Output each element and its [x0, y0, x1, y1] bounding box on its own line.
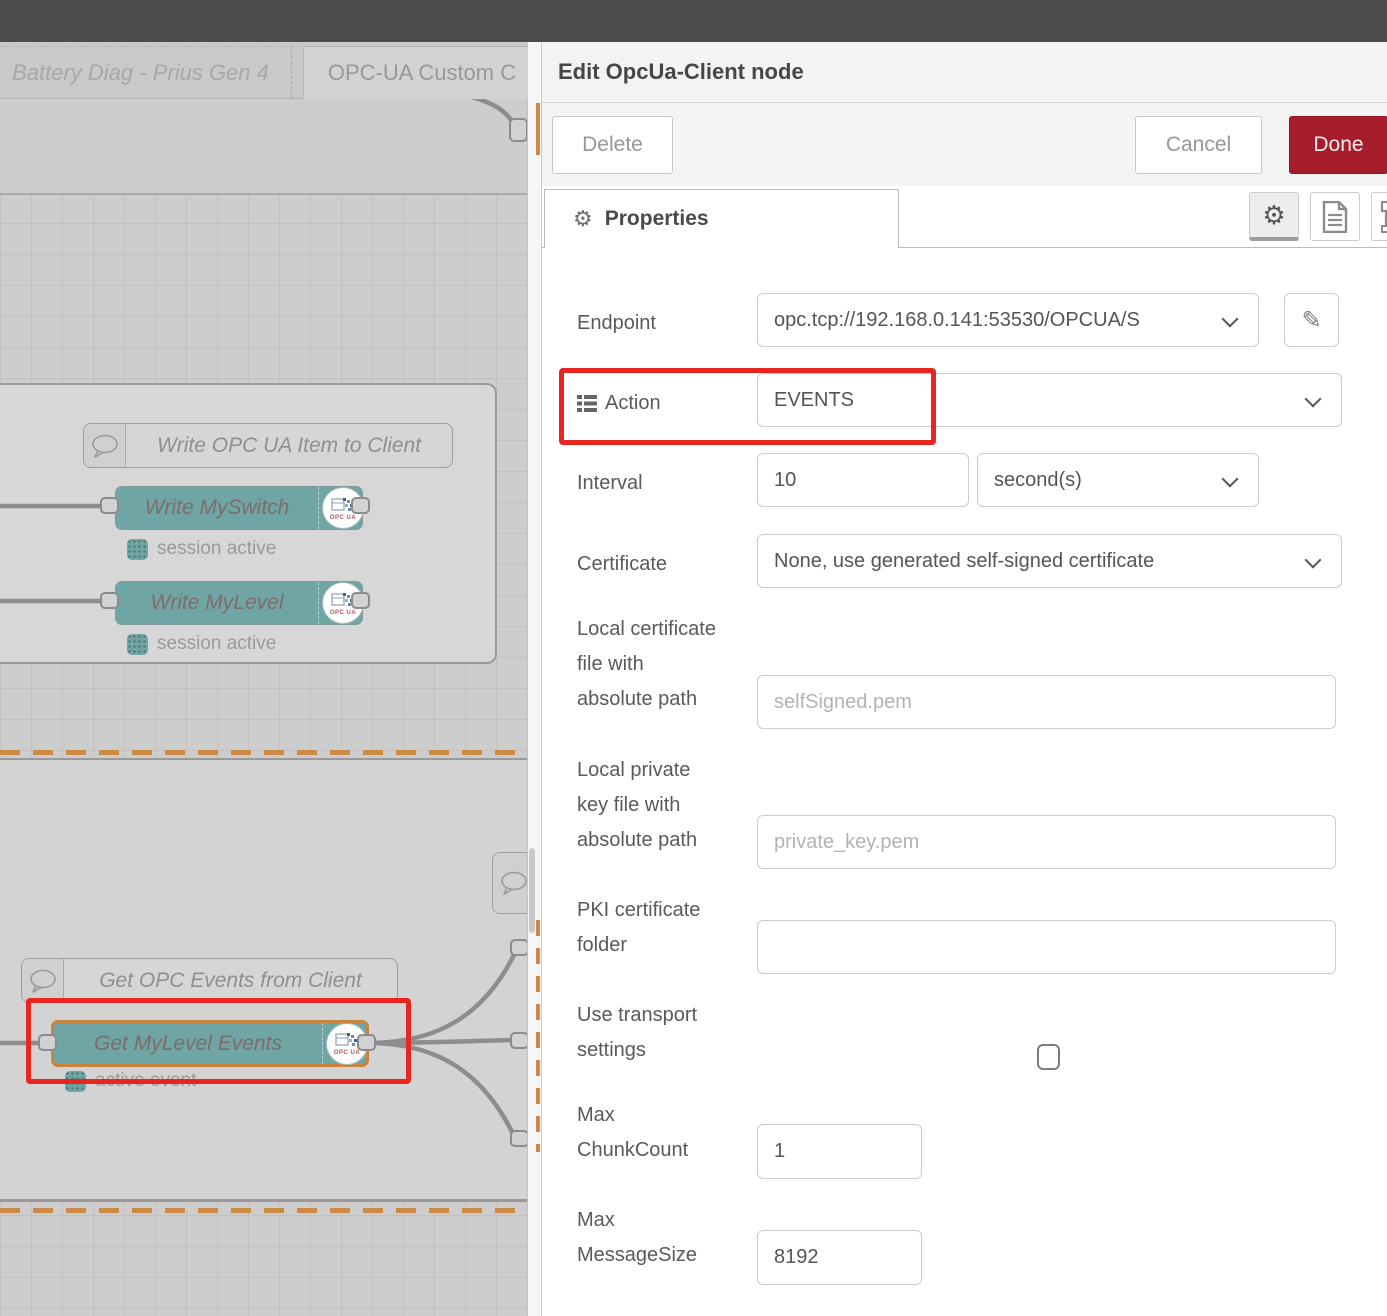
- tab-label: Battery Diag - Prius Gen 4: [12, 60, 269, 86]
- description-icon-button[interactable]: [1310, 192, 1360, 241]
- certificate-select[interactable]: None, use generated self-signed certific…: [757, 534, 1342, 588]
- node-status: session active: [127, 633, 276, 655]
- node-status: session active: [127, 538, 276, 560]
- comment-bubble-icon: [22, 959, 64, 1002]
- app-header-bar: [0, 0, 1387, 42]
- node-port[interactable]: [509, 118, 528, 142]
- properties-icon-button[interactable]: ⚙: [1249, 192, 1299, 241]
- certificate-label: Certificate: [577, 547, 667, 582]
- group-selection-dash-top: [0, 750, 528, 755]
- pencil-icon: ✎: [1301, 306, 1321, 335]
- comment-label: Get OPC Events from Client: [64, 959, 397, 1002]
- gear-icon: ⚙: [573, 206, 593, 232]
- status-dot-icon: [127, 539, 148, 560]
- comment-node-clipped[interactable]: [492, 852, 528, 914]
- transport-label: Use transport settings: [577, 998, 697, 1068]
- group-selection-dash-right: [536, 920, 540, 1152]
- group-selection-dash-bottom: [0, 1208, 528, 1213]
- node-port[interactable]: [100, 592, 119, 609]
- delete-button[interactable]: Delete: [552, 116, 673, 174]
- gear-icon: ⚙: [1262, 200, 1285, 231]
- transport-checkbox[interactable]: [1037, 1044, 1060, 1070]
- appearance-icon-button[interactable]: [1371, 192, 1387, 241]
- status-dot-icon: [127, 634, 148, 655]
- node-port[interactable]: [510, 939, 528, 956]
- local-certificate-label: Local certificate file with absolute pat…: [577, 612, 716, 717]
- local-certificate-input[interactable]: selfSigned.pem: [757, 675, 1336, 729]
- max-message-label: Max MessageSize: [577, 1203, 697, 1273]
- comment-node-write[interactable]: Write OPC UA Item to Client: [83, 423, 453, 468]
- max-message-input[interactable]: 8192: [757, 1230, 922, 1285]
- tray-header: Edit OpcUa-Client node: [542, 42, 1387, 103]
- node-port[interactable]: [510, 1032, 528, 1049]
- flow-canvas[interactable]: Write OPC UA Item to Client Write MySwit…: [0, 99, 528, 1316]
- pki-folder-label: PKI certificate folder: [577, 893, 700, 963]
- edit-endpoint-button[interactable]: ✎: [1284, 293, 1339, 347]
- chevron-down-icon: [1305, 391, 1322, 408]
- canvas-upper-region: [0, 99, 528, 195]
- interval-label: Interval: [577, 466, 643, 501]
- node-label: Write MyLevel: [116, 591, 318, 615]
- chevron-down-icon: [1222, 471, 1239, 488]
- document-icon: [1322, 201, 1348, 233]
- endpoint-select[interactable]: opc.tcp://192.168.0.141:53530/OPCUA/S: [757, 293, 1259, 347]
- node-port[interactable]: [351, 592, 370, 609]
- cancel-button[interactable]: Cancel: [1135, 116, 1262, 174]
- workspace-tab-bar: Battery Diag - Prius Gen 4 OPC-UA Custom…: [0, 42, 541, 99]
- private-key-label: Local private key file with absolute pat…: [577, 753, 697, 858]
- endpoint-label: Endpoint: [577, 306, 656, 341]
- tab-label: OPC-UA Custom C: [328, 60, 516, 86]
- appearance-icon: [1380, 200, 1387, 234]
- node-red-app: Battery Diag - Prius Gen 4 OPC-UA Custom…: [0, 0, 1387, 1316]
- chevron-down-icon: [1222, 311, 1239, 328]
- annotation-box-action: [559, 368, 936, 445]
- tray-toolbar: Delete Cancel Done: [542, 103, 1387, 186]
- hidden-selection-edge: [536, 103, 540, 155]
- comment-label: Write OPC UA Item to Client: [126, 424, 452, 467]
- interval-input[interactable]: 10: [757, 453, 969, 507]
- interval-unit-select[interactable]: second(s): [977, 453, 1259, 507]
- node-port[interactable]: [100, 497, 119, 514]
- annotation-box-node: [26, 998, 411, 1084]
- comment-bubble-icon: [493, 853, 528, 913]
- pki-folder-input[interactable]: [757, 920, 1336, 974]
- scrollbar-thumb[interactable]: [529, 848, 535, 933]
- tab-properties[interactable]: ⚙ Properties: [544, 189, 899, 249]
- tray-tab-bar: ⚙ Properties ⚙: [542, 186, 1387, 248]
- comment-bubble-icon: [84, 424, 126, 467]
- node-write-mylevel[interactable]: Write MyLevel OPC UA: [115, 581, 363, 625]
- chevron-down-icon: [1305, 552, 1322, 569]
- private-key-input[interactable]: private_key.pem: [757, 815, 1336, 869]
- done-button[interactable]: Done: [1289, 116, 1387, 174]
- node-label: Write MySwitch: [116, 496, 318, 520]
- tab-battery-diag[interactable]: Battery Diag - Prius Gen 4: [0, 46, 292, 99]
- tab-opcua-custom[interactable]: OPC-UA Custom C: [303, 46, 541, 99]
- node-write-myswitch[interactable]: Write MySwitch OPC UA: [115, 486, 363, 530]
- comment-node-get-events[interactable]: Get OPC Events from Client: [21, 958, 398, 1003]
- tray-title: Edit OpcUa-Client node: [558, 59, 804, 85]
- max-chunk-input[interactable]: 1: [757, 1124, 922, 1179]
- edit-tray: Edit OpcUa-Client node Delete Cancel Don…: [541, 42, 1387, 1316]
- max-chunk-label: Max ChunkCount: [577, 1098, 688, 1168]
- node-port[interactable]: [351, 497, 370, 514]
- node-port[interactable]: [510, 1130, 528, 1147]
